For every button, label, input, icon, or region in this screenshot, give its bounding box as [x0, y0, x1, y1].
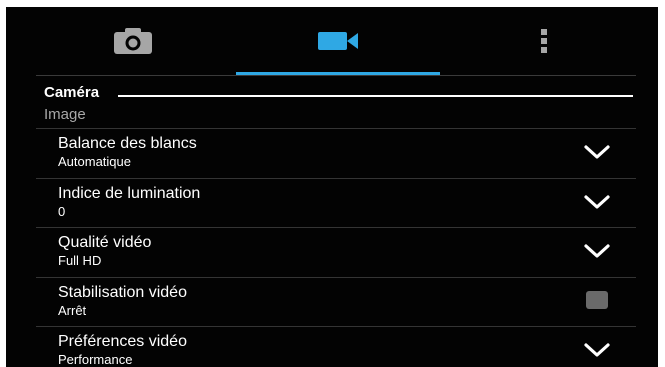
video-camera-icon [318, 32, 358, 50]
category-header: Caméra [44, 84, 100, 101]
setting-value: Arrêt [58, 303, 87, 318]
more-options-icon [541, 29, 547, 53]
row-divider [36, 277, 636, 278]
setting-white-balance[interactable]: Balance des blancs Automatique [36, 128, 636, 176]
setting-value: Full HD [58, 253, 102, 268]
row-divider [36, 227, 636, 228]
chevron-down-icon[interactable] [584, 342, 610, 358]
mode-tab-bar [6, 7, 658, 75]
chevron-down-icon[interactable] [584, 194, 610, 210]
setting-video-quality[interactable]: Qualité vidéo Full HD [36, 227, 636, 275]
section-header-image: Image [44, 106, 86, 123]
category-header-line [118, 95, 633, 97]
setting-value: Automatique [58, 154, 131, 169]
setting-video-preferences[interactable]: Préférences vidéo Performance [36, 326, 636, 367]
setting-title: Qualité vidéo [58, 234, 152, 251]
stabilization-checkbox[interactable] [586, 291, 608, 309]
setting-title: Préférences vidéo [58, 333, 187, 350]
row-divider [36, 128, 636, 129]
setting-title: Stabilisation vidéo [58, 284, 187, 301]
tab-photo[interactable] [38, 7, 228, 75]
row-divider [36, 326, 636, 327]
setting-value: 0 [58, 204, 66, 219]
chevron-down-icon[interactable] [584, 144, 610, 160]
setting-title: Indice de lumination [58, 185, 201, 202]
setting-title: Balance des blancs [58, 135, 197, 152]
setting-exposure-value[interactable]: Indice de lumination 0 [36, 178, 636, 226]
setting-value: Performance [58, 352, 133, 367]
row-divider [36, 178, 636, 179]
tab-more-options[interactable] [446, 7, 642, 75]
camera-icon [114, 28, 152, 54]
tab-bar-divider [36, 75, 636, 76]
tab-video[interactable] [236, 7, 440, 75]
setting-video-stabilization[interactable]: Stabilisation vidéo Arrêt [36, 277, 636, 325]
chevron-down-icon[interactable] [584, 243, 610, 259]
camera-settings-screen: Caméra Image Balance des blancs Automati… [6, 7, 658, 367]
